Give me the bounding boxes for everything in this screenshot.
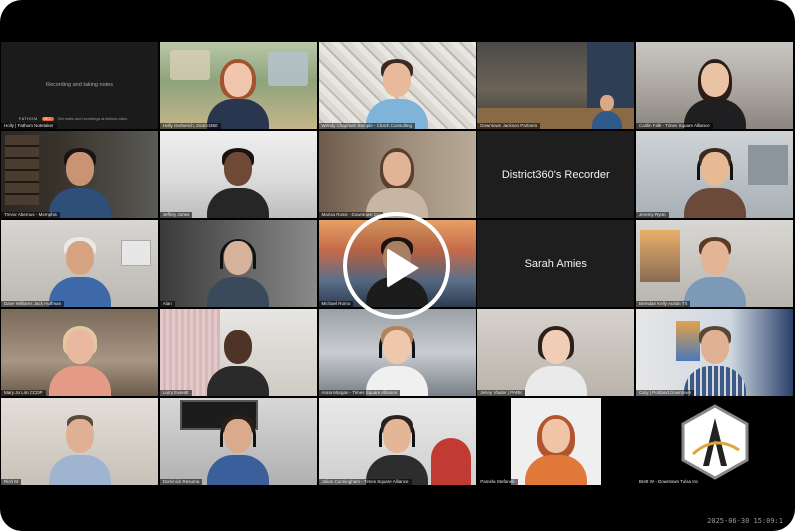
- fathom-subtext: Get notes and recordings at fathom.video: [57, 117, 128, 121]
- participant-video: [207, 413, 270, 485]
- participant-video: [366, 57, 428, 129]
- participant-video: [207, 235, 270, 307]
- tile-participant[interactable]: Wendy Chapman Semple - Clutch Consulting: [318, 42, 476, 129]
- participant-video: [683, 324, 746, 396]
- tile-participant[interactable]: Dave Williams Jack Huffman: [1, 220, 158, 307]
- tile-fathom-notetaker[interactable]: Recording and taking notes FATHOM REC Ge…: [1, 42, 158, 129]
- recorder-label: District360's Recorder: [501, 168, 610, 181]
- tile-participant[interactable]: Rich M: [1, 398, 158, 485]
- participant-video: [48, 146, 111, 218]
- participant-name: Brendan Kelly Austin TX: [636, 301, 691, 307]
- participant-name: Jeremy Rynn: [636, 212, 669, 218]
- play-button[interactable]: [343, 212, 450, 319]
- tile-participant[interactable]: Pamela Stefanek: [477, 398, 635, 485]
- participant-name: Dave Williams Jack Huffman: [1, 301, 65, 307]
- tile-participant[interactable]: Jeremy Rynn: [636, 131, 793, 218]
- tile-participant[interactable]: Jeffrey Jones: [159, 131, 317, 218]
- participant-name: Dominick Resuma: [159, 479, 203, 485]
- participant-video: [683, 235, 746, 307]
- tile-participant[interactable]: Caitlin Falk - Times Square Alliance: [636, 42, 793, 129]
- participant-name: Anna Morgan - Times Square Alliance: [318, 390, 401, 396]
- tile-participant[interactable]: Julian Cunningham - Times Square Allianc…: [318, 398, 476, 485]
- participant-name: Alan: [159, 301, 175, 307]
- participant-name: Holly | Fathom Notetaker: [1, 123, 57, 129]
- participant-video: [524, 413, 587, 485]
- fathom-branding: FATHOM REC Get notes and recordings at f…: [19, 117, 127, 121]
- participant-video: [48, 235, 111, 307]
- tile-participant[interactable]: Anna Morgan - Times Square Alliance: [318, 309, 476, 396]
- recording-timestamp: 2025-06-30 15:09:1: [707, 517, 783, 525]
- participant-name: Pamela Stefanek: [477, 479, 518, 485]
- play-icon: [387, 248, 419, 288]
- tile-participant[interactable]: Holly Gerberich, District360: [159, 42, 317, 129]
- participant-name: Holly Gerberich, District360: [159, 123, 221, 129]
- tile-participant[interactable]: Cary | Portland Downtown: [636, 309, 793, 396]
- participant-video: [683, 146, 746, 218]
- participant-video: [366, 324, 428, 396]
- organization-logo: [681, 403, 748, 480]
- tile-audio-only[interactable]: Sarah Amies: [477, 220, 635, 307]
- tile-participant[interactable]: Brett W - Downtown Tulsa Inc: [636, 398, 793, 485]
- tile-recorder[interactable]: District360's Recorder: [477, 131, 635, 218]
- participant-video: [587, 89, 627, 129]
- tile-participant[interactable]: Downtown Jackson Partners: [477, 42, 635, 129]
- participant-name: Trevor Abernus - Memphis: [1, 212, 60, 218]
- participant-video: [207, 146, 270, 218]
- tile-participant[interactable]: Trevor Abernus - Memphis: [1, 131, 158, 218]
- tile-participant[interactable]: Mary Jo Lim CCDP: [1, 309, 158, 396]
- participant-video: [207, 57, 270, 129]
- participant-video: [683, 57, 746, 129]
- participant-video: [366, 413, 428, 485]
- tile-participant[interactable]: Larry Everett: [159, 309, 317, 396]
- participant-name: Caitlin Falk - Times Square Alliance: [636, 123, 713, 129]
- participant-name: Brett W - Downtown Tulsa Inc: [636, 479, 702, 485]
- tile-participant[interactable]: Brendan Kelly Austin TX: [636, 220, 793, 307]
- participant-name: Cary | Portland Downtown: [636, 390, 695, 396]
- participant-name: Jenny Vlader | PARK: [477, 390, 526, 396]
- participant-video: [48, 413, 111, 485]
- participant-name: Rich M: [1, 479, 22, 485]
- audio-only-label: Sarah Amies: [524, 257, 587, 270]
- video-player: Recording and taking notes FATHOM REC Ge…: [0, 0, 795, 531]
- tile-participant[interactable]: Jenny Vlader | PARK: [477, 309, 635, 396]
- fathom-logo: FATHOM: [19, 117, 38, 121]
- participant-video: [524, 324, 587, 396]
- participant-video: [366, 146, 428, 218]
- participant-name: Jeffrey Jones: [159, 212, 193, 218]
- tile-participant[interactable]: Dominick Resuma: [159, 398, 317, 485]
- participant-name: Downtown Jackson Partners: [477, 123, 541, 129]
- participant-name: Julian Cunningham - Times Square Allianc…: [318, 479, 412, 485]
- participant-name: Wendy Chapman Semple - Clutch Consulting: [318, 123, 415, 129]
- participant-video: [207, 324, 270, 396]
- participant-video: [48, 324, 111, 396]
- participant-name: Larry Everett: [159, 390, 192, 396]
- tile-participant[interactable]: Marisa Rossi - Downtown Co: [318, 131, 476, 218]
- recording-message: Recording and taking notes: [46, 82, 113, 88]
- participant-name: Mary Jo Lim CCDP: [1, 390, 46, 396]
- rec-badge: REC: [41, 117, 54, 121]
- tile-participant[interactable]: Alan: [159, 220, 317, 307]
- participant-name: Michael Romo: [318, 301, 354, 307]
